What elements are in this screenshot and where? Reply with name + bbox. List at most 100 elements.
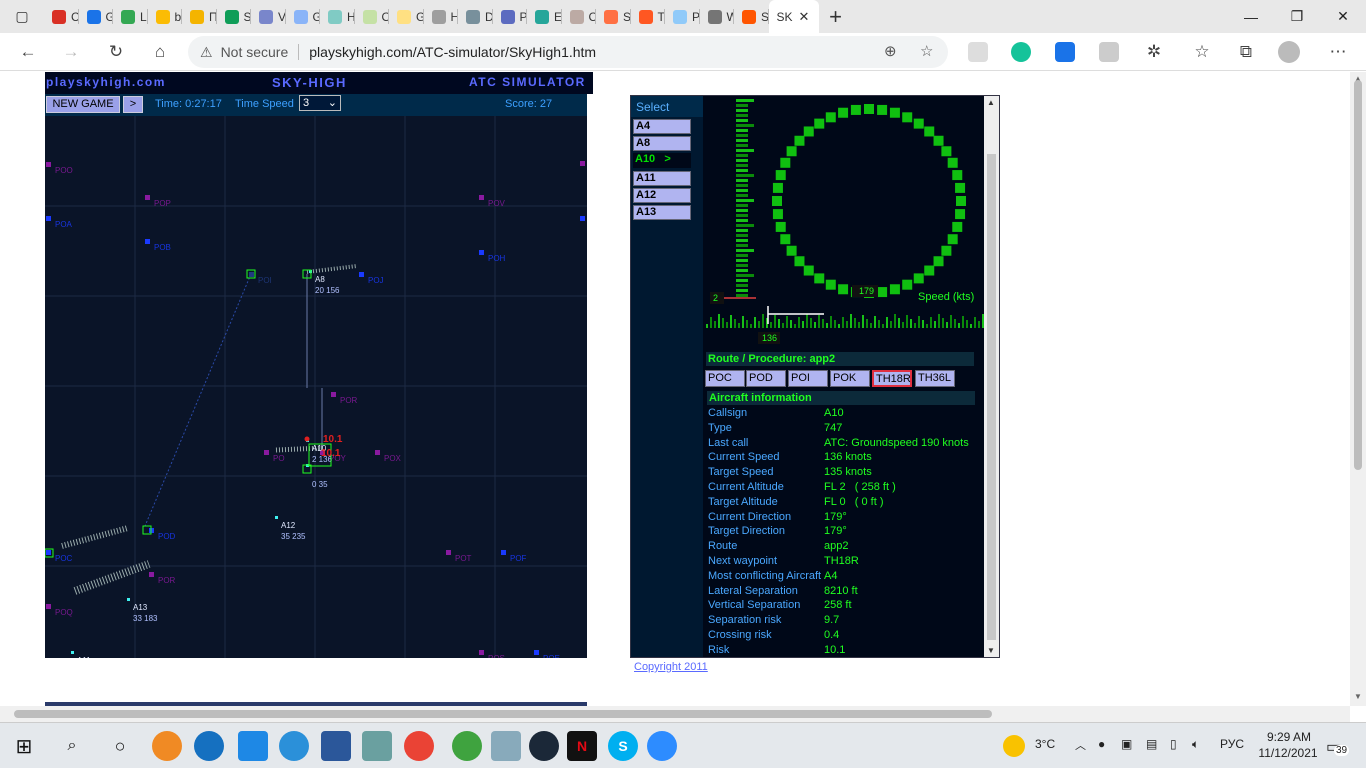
aircraft-tag[interactable]: A8 20 156 — [309, 270, 340, 295]
back-icon[interactable]: ← — [14, 38, 42, 66]
extension-icon-1[interactable] — [968, 42, 988, 62]
input-language[interactable]: РУС — [1220, 737, 1244, 751]
aircraft-select-item[interactable]: A8 — [633, 136, 691, 151]
weather-icon[interactable] — [1003, 735, 1025, 757]
waypoint[interactable]: POX — [375, 450, 402, 463]
browser-tab[interactable]: Gc — [389, 0, 424, 33]
steam-icon[interactable] — [529, 731, 559, 761]
aircraft-select-item[interactable]: A10 > — [633, 153, 691, 168]
refresh-icon[interactable]: ↻ — [102, 38, 130, 66]
waypoint[interactable]: POU — [580, 161, 587, 174]
extensions-icon[interactable]: ✲ — [1140, 38, 1168, 66]
forward-icon[interactable]: → — [57, 38, 85, 66]
waypoint[interactable]: POR — [331, 392, 358, 405]
waypoint[interactable]: POQ — [46, 604, 73, 617]
zoom-icon-app[interactable] — [647, 731, 677, 761]
flight-gauge[interactable]: 2 179 Speed (kts) 136 — [704, 96, 984, 351]
waypoint[interactable]: POF — [501, 550, 527, 563]
route-waypoint-button[interactable]: TH18R — [872, 370, 912, 387]
clock-time[interactable]: 9:29 AM — [1259, 730, 1319, 744]
waypoint[interactable]: POO — [46, 162, 73, 175]
selected-aircraft-marker[interactable]: 10.1 10.1 — [45, 269, 343, 558]
tray-chevron-up-icon[interactable]: ︿ — [1075, 737, 1086, 753]
browser-tab[interactable]: Vit — [251, 0, 286, 33]
browser-tab[interactable]: Gc — [79, 0, 113, 33]
copyright-link[interactable]: Copyright 2011 — [634, 661, 708, 673]
network-icon[interactable]: ▤ — [1146, 737, 1157, 751]
browser-tab[interactable]: Ph — [493, 0, 527, 33]
browser-tab[interactable]: Пр — [182, 0, 217, 33]
translate-icon[interactable] — [1055, 42, 1075, 62]
waypoint[interactable]: POG — [580, 216, 587, 229]
aircraft-tag[interactable]: A12 35 235 — [275, 516, 306, 541]
favorites-icon[interactable]: ☆ — [1188, 38, 1216, 66]
netflix-icon[interactable]: N — [567, 731, 597, 761]
weather-temp[interactable]: 3°C — [1035, 737, 1055, 751]
browser-tab[interactable]: Te — [631, 0, 665, 33]
panel-scroll-thumb[interactable] — [987, 154, 996, 640]
task-view-icon[interactable]: ○ — [105, 731, 135, 761]
route-waypoint-button[interactable]: POC — [705, 370, 745, 387]
tray-icon-2[interactable]: ▣ — [1121, 737, 1132, 751]
more-icon[interactable]: ⋯ — [1324, 38, 1352, 66]
aircraft-select-item[interactable]: A11 — [633, 171, 691, 186]
radar-screen[interactable]: POOPOPPOUPOVPOAPOBPOGPOHPOIPOJPORPOXPOYP… — [45, 116, 587, 658]
waypoint[interactable]: POH — [479, 250, 506, 263]
waypoint[interactable]: POB — [145, 239, 171, 252]
app-icon-6[interactable] — [362, 731, 392, 761]
waypoint[interactable]: POS — [479, 650, 505, 658]
page-vertical-scrollbar[interactable]: ▲ ▼ — [1350, 72, 1366, 706]
browser-tab[interactable]: HA — [424, 0, 458, 33]
tab-actions-icon[interactable]: ▢ — [0, 0, 44, 33]
browser-tab[interactable]: De — [458, 0, 493, 33]
browser-tab[interactable]: Gc — [286, 0, 320, 33]
aircraft-select-item[interactable]: A4 — [633, 119, 691, 134]
browser-tab[interactable]: EB — [527, 0, 562, 33]
browser-tab[interactable]: Le — [113, 0, 148, 33]
browser-tab[interactable]: SII — [596, 0, 631, 33]
route-waypoint-button[interactable]: POD — [746, 370, 786, 387]
aircraft-tag[interactable]: A13 33 183 — [127, 598, 158, 623]
page-horizontal-scrollbar[interactable] — [0, 706, 1350, 722]
volume-icon[interactable]: 🔈︎ — [1192, 737, 1199, 752]
zoom-icon[interactable]: ⊕ — [884, 42, 897, 60]
scroll-down-arrow-icon[interactable]: ▼ — [1354, 692, 1362, 701]
aircraft-select-item[interactable]: A12 — [633, 188, 691, 203]
page-hscroll-thumb[interactable] — [14, 710, 992, 718]
collections-icon[interactable] — [1099, 42, 1119, 62]
go-button[interactable]: > — [123, 96, 143, 113]
battery-icon[interactable]: ▯ — [1170, 737, 1177, 751]
tab-active[interactable]: SK ✕ — [768, 0, 819, 33]
app-icon-3[interactable] — [238, 731, 268, 761]
grammarly-icon[interactable] — [1011, 42, 1031, 62]
waypoint[interactable]: PO — [264, 450, 285, 463]
aircraft-select-item[interactable]: A13 — [633, 205, 691, 220]
word-icon[interactable] — [321, 731, 351, 761]
address-bar[interactable]: ⚠ Not secure playskyhigh.com/ATC-simulat… — [188, 36, 948, 68]
browser-tab[interactable]: OF — [355, 0, 389, 33]
browser-tab[interactable]: Sir — [217, 0, 251, 33]
utorrent-icon[interactable] — [452, 731, 482, 761]
app-icon-9[interactable] — [491, 731, 521, 761]
scroll-down-icon[interactable]: ▼ — [987, 646, 995, 655]
home-icon[interactable]: ⌂ — [146, 38, 174, 66]
route-waypoint-button[interactable]: TH36L — [915, 370, 955, 387]
waypoint[interactable]: POA — [46, 216, 73, 229]
profile-avatar[interactable] — [1278, 41, 1300, 63]
waypoint[interactable]: POT — [446, 550, 472, 563]
collections-button-icon[interactable]: ⧉ — [1232, 38, 1260, 66]
browser-tab[interactable]: Hc — [320, 0, 355, 33]
search-icon[interactable]: ⌕ — [57, 731, 87, 761]
browser-tab[interactable]: Str — [734, 0, 769, 33]
route-waypoint-button[interactable]: POI — [788, 370, 828, 387]
browser-tab[interactable]: Cc — [562, 0, 596, 33]
restore-icon[interactable]: ❐ — [1274, 0, 1320, 33]
panel-scrollbar[interactable]: ▲ ▼ — [984, 96, 999, 657]
clock-date[interactable]: 11/12/2021 — [1253, 746, 1323, 760]
new-game-button[interactable]: NEW GAME — [46, 96, 120, 113]
browser-tab[interactable]: Pc — [665, 0, 700, 33]
close-tab-icon[interactable]: ✕ — [799, 9, 810, 25]
browser-tab[interactable]: bil — [148, 0, 182, 33]
waypoint[interactable]: POE — [534, 650, 560, 658]
close-window-icon[interactable]: ✕ — [1320, 0, 1366, 33]
